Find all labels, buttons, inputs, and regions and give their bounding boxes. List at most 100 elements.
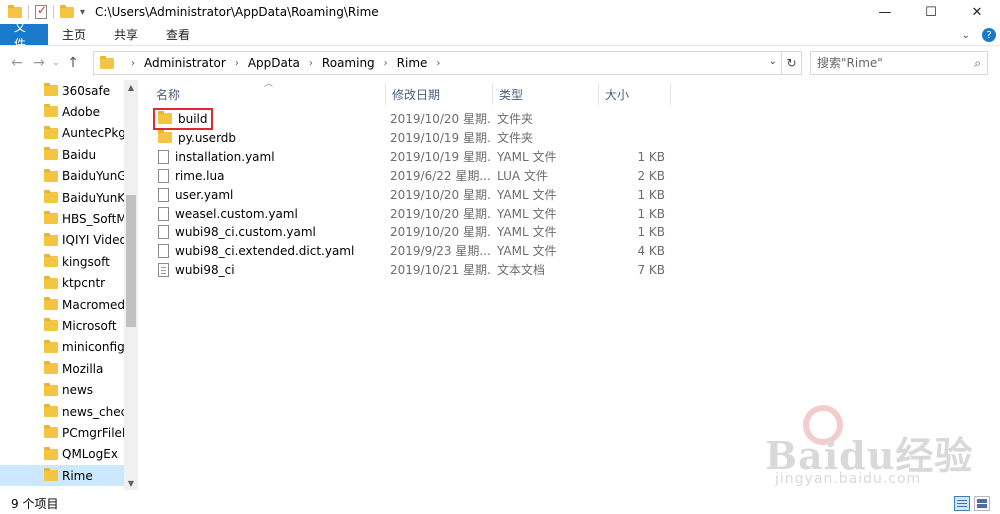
file-icon bbox=[158, 187, 169, 202]
sidebar-item[interactable]: Macromedia bbox=[0, 294, 124, 315]
sidebar-item[interactable]: 360safe bbox=[0, 80, 124, 101]
breadcrumb-item[interactable]: Rime bbox=[397, 56, 428, 70]
sidebar-item-label: news_check bbox=[62, 404, 124, 419]
file-date: 2019/6/22 星期... bbox=[390, 169, 490, 183]
table-row[interactable]: wubi98_ci 2019/10/21 星期... 文本文档 7 KB bbox=[150, 260, 671, 279]
sidebar-item[interactable]: AuntecPkg bbox=[0, 123, 124, 144]
forward-button[interactable]: → bbox=[28, 52, 50, 74]
minimize-icon: — bbox=[878, 4, 892, 20]
sidebar-item-label: QMLogEx bbox=[62, 447, 118, 462]
folder-icon bbox=[44, 382, 58, 396]
folder-icon bbox=[44, 275, 58, 289]
folder-icon bbox=[44, 361, 58, 375]
column-header-date[interactable]: 修改日期 bbox=[386, 83, 493, 105]
search-input[interactable] bbox=[817, 56, 967, 70]
folder-icon bbox=[44, 468, 58, 482]
file-size bbox=[599, 128, 665, 147]
chevron-right-icon[interactable]: › bbox=[436, 58, 440, 69]
search-icon[interactable]: ⌕ bbox=[974, 56, 981, 71]
chevron-right-icon[interactable]: › bbox=[235, 58, 239, 69]
file-name: wubi98_ci bbox=[175, 262, 235, 277]
table-row[interactable]: installation.yaml 2019/10/19 星期... YAML … bbox=[150, 147, 671, 166]
sidebar-item[interactable]: QMLogEx bbox=[0, 444, 124, 465]
sidebar-item[interactable]: HBS_SoftMg bbox=[0, 208, 124, 229]
file-name: wubi98_ci.custom.yaml bbox=[175, 224, 316, 239]
sidebar-item[interactable]: news bbox=[0, 380, 124, 401]
file-size: 1 KB bbox=[637, 206, 665, 221]
help-icon[interactable]: ? bbox=[982, 28, 996, 42]
folder-icon bbox=[44, 104, 58, 118]
tab-share[interactable]: 共享 bbox=[100, 24, 152, 45]
tab-file[interactable]: 文件 bbox=[0, 20, 48, 51]
details-view-icon[interactable] bbox=[954, 496, 970, 511]
properties-icon[interactable] bbox=[35, 3, 47, 19]
large-icons-view-icon[interactable] bbox=[974, 496, 990, 511]
address-bar[interactable]: › Administrator › AppData › Roaming › Ri… bbox=[93, 51, 782, 75]
sidebar-item[interactable]: IQIYI Video bbox=[0, 230, 124, 251]
table-row[interactable]: build 2019/10/20 星期... 文件夹 bbox=[150, 109, 671, 128]
column-header-size[interactable]: 大小 bbox=[599, 83, 671, 105]
table-row[interactable]: py.userdb 2019/10/19 星期... 文件夹 bbox=[150, 128, 671, 147]
column-header-name[interactable]: 名称 bbox=[150, 83, 386, 105]
search-box[interactable]: ⌕ bbox=[810, 51, 988, 75]
scroll-down-icon[interactable]: ▼ bbox=[124, 476, 138, 490]
navigation-bar: ← → ⌄ ↑ › Administrator › AppData › Roam… bbox=[0, 50, 1000, 76]
table-row[interactable]: user.yaml 2019/10/20 星期... YAML 文件 1 KB bbox=[150, 185, 671, 204]
chevron-right-icon: › bbox=[131, 57, 135, 69]
sidebar-item[interactable]: PCmgrFileRe bbox=[0, 422, 124, 443]
breadcrumb-item[interactable]: AppData bbox=[248, 56, 300, 70]
sidebar-item[interactable]: BaiduYunGu bbox=[0, 166, 124, 187]
sidebar-item[interactable]: ktpcntr bbox=[0, 273, 124, 294]
minimize-button[interactable]: — bbox=[862, 0, 908, 24]
table-row[interactable]: wubi98_ci.extended.dict.yaml 2019/9/23 星… bbox=[150, 241, 671, 260]
folder-icon bbox=[44, 147, 58, 161]
file-size: 1 KB bbox=[637, 187, 665, 202]
close-button[interactable]: ✕ bbox=[954, 0, 1000, 24]
breadcrumb-item[interactable]: Roaming bbox=[322, 56, 375, 70]
sidebar-item-rime[interactable]: Rime bbox=[0, 465, 124, 487]
ribbon-tabs: 文件 主页 共享 查看 ⌄ ? bbox=[0, 20, 1000, 51]
sidebar-item[interactable]: news_check bbox=[0, 401, 124, 422]
sidebar-item[interactable]: kingsoft bbox=[0, 251, 124, 272]
arrow-right-icon: → bbox=[33, 55, 45, 71]
table-row[interactable]: rime.lua 2019/6/22 星期... LUA 文件 2 KB bbox=[150, 166, 671, 185]
table-row[interactable]: weasel.custom.yaml 2019/10/20 星期... YAML… bbox=[150, 204, 671, 223]
title-bar: ▾ C:\Users\Administrator\AppData\Roaming… bbox=[0, 0, 1000, 24]
file-size: 2 KB bbox=[637, 168, 665, 183]
chevron-down-icon[interactable]: ⌄ bbox=[962, 30, 970, 41]
sidebar-item[interactable]: miniconfig bbox=[0, 337, 124, 358]
chevron-right-icon[interactable]: › bbox=[309, 58, 313, 69]
folder-icon bbox=[44, 425, 58, 439]
sidebar-item[interactable]: Adobe bbox=[0, 101, 124, 122]
customize-quick-access-icon[interactable]: ▾ bbox=[80, 7, 85, 18]
view-switcher bbox=[954, 493, 990, 514]
sidebar-item-label: kingsoft bbox=[62, 254, 110, 269]
tab-view[interactable]: 查看 bbox=[152, 24, 204, 45]
sidebar-item[interactable]: Mozilla bbox=[0, 358, 124, 379]
window-controls: — ☐ ✕ bbox=[862, 0, 1000, 24]
ribbon-right-controls: ⌄ ? bbox=[962, 24, 996, 46]
chevron-down-icon[interactable]: ⌄ bbox=[769, 56, 777, 67]
file-name: py.userdb bbox=[178, 130, 237, 145]
scrollbar-thumb[interactable] bbox=[126, 195, 136, 327]
scroll-up-icon[interactable]: ▲ bbox=[124, 80, 138, 94]
sidebar-item[interactable]: BaiduYunKe bbox=[0, 187, 124, 208]
file-name: weasel.custom.yaml bbox=[175, 206, 298, 221]
folder-icon bbox=[44, 168, 58, 182]
table-row[interactable]: wubi98_ci.custom.yaml 2019/10/20 星期... Y… bbox=[150, 222, 671, 241]
sidebar-item-label: miniconfig bbox=[62, 340, 124, 355]
refresh-button[interactable]: ↻ bbox=[782, 51, 802, 75]
column-header-type[interactable]: 类型 bbox=[493, 83, 599, 105]
new-folder-icon[interactable] bbox=[60, 4, 74, 18]
maximize-button[interactable]: ☐ bbox=[908, 0, 954, 24]
sidebar-item[interactable]: Baidu bbox=[0, 144, 124, 165]
sidebar-scrollbar[interactable]: ▲ ▼ bbox=[124, 80, 138, 490]
breadcrumb-item[interactable]: Administrator bbox=[144, 56, 226, 70]
up-button[interactable]: ↑ bbox=[62, 52, 84, 74]
back-button[interactable]: ← bbox=[6, 52, 28, 74]
sidebar-item-label: BaiduYunGu bbox=[62, 169, 124, 184]
recent-locations-button[interactable]: ⌄ bbox=[50, 52, 62, 74]
tab-home[interactable]: 主页 bbox=[48, 24, 100, 45]
sidebar-item[interactable]: Microsoft bbox=[0, 315, 124, 336]
chevron-right-icon[interactable]: › bbox=[384, 58, 388, 69]
